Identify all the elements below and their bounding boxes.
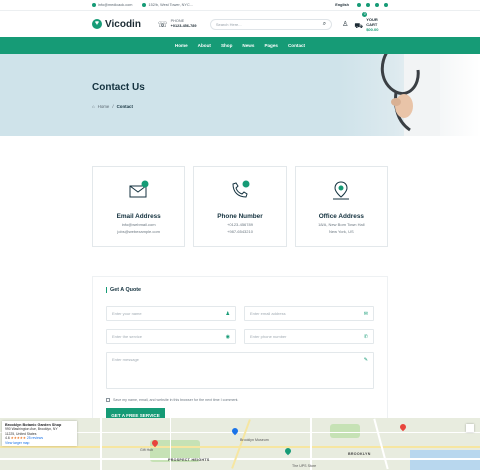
nav-home[interactable]: Home [175, 43, 188, 48]
name-field[interactable]: Enter your name ♟ [106, 306, 236, 321]
map-pin-icon[interactable] [230, 426, 240, 436]
nav-about[interactable]: About [198, 43, 211, 48]
contact-cards: Email Address info@webmail.com jobs@webe… [92, 166, 388, 247]
email-field[interactable]: Enter email address ✉ [244, 306, 374, 321]
map-place-card: Brooklyn Botanic Garden Shop 990 Washing… [2, 421, 77, 446]
envelope-icon[interactable] [384, 3, 388, 7]
top-bar-right: English [335, 3, 388, 7]
breadcrumb: ⌂ Home / Contact [92, 104, 388, 109]
envelope-icon: ✉ [363, 310, 368, 317]
consent-checkbox[interactable] [106, 398, 110, 402]
quote-title: Get A Quote [106, 287, 374, 293]
header-phone: ☏ PHONE +0123-456-789 [158, 19, 200, 29]
message-placeholder: Enter message [112, 357, 139, 362]
phone-icon: ✆ [363, 333, 368, 340]
brand-name: Vicodin [105, 18, 141, 30]
site-header: ♥ Vicodin ☏ PHONE +0123-456-789 Search H… [0, 11, 480, 37]
envelope-icon [129, 180, 149, 198]
doctor-stethoscope-image [380, 54, 440, 136]
phone-card: Phone Number +0123-456789 +987-6543210 [193, 166, 287, 247]
phone-icon [232, 180, 250, 198]
search-icon[interactable]: ⌕ [323, 21, 326, 28]
service-placeholder: Enter the service [112, 334, 143, 339]
map-stars: ★★★★★ [10, 436, 26, 441]
card-line[interactable]: jobs@webexample.com [93, 230, 184, 234]
youtube-icon[interactable] [375, 3, 379, 7]
map-zoom-control[interactable] [466, 424, 474, 432]
cart-amount: $00.00 [366, 26, 379, 32]
map-label: The UPS Store [292, 464, 317, 468]
language-selector[interactable]: English [335, 3, 349, 7]
top-email[interactable]: info@medicaok.com [92, 3, 132, 7]
card-title: Phone Number [217, 213, 263, 220]
name-placeholder: Enter your name [112, 311, 142, 316]
home-icon[interactable]: ⌂ [92, 104, 95, 109]
card-line[interactable]: +0123-456789 [194, 223, 285, 227]
phone-icon: ☏ [157, 19, 168, 29]
page-title: Contact Us [92, 82, 145, 93]
search-input[interactable]: Search Here... ⌕ [209, 18, 333, 30]
page-banner: Contact Us ⌂ Home / Contact [0, 54, 480, 136]
nav-shop[interactable]: Shop [221, 43, 232, 48]
top-email-text: info@medicaok.com [98, 3, 133, 7]
top-bar-contact: info@medicaok.com 152/b, West Tower, NYC… [92, 3, 335, 7]
top-address: 152/b, West Tower, NYC... [142, 3, 193, 7]
card-line: New York, US [328, 229, 354, 234]
card-line[interactable]: info@webmail.com [93, 223, 184, 227]
map-embed[interactable]: Brooklyn Botanic Garden Shop 990 Washing… [0, 418, 480, 470]
email-placeholder: Enter email address [250, 311, 286, 316]
eye-icon: ◉ [225, 333, 230, 340]
map-pin-icon[interactable] [283, 446, 293, 456]
location-icon [142, 3, 147, 7]
nav-pages[interactable]: Pages [264, 43, 278, 48]
user-icon[interactable]: ♙ [342, 20, 348, 28]
card-title: Office Address [318, 213, 364, 220]
cart-icon: ⛟ 0 [354, 12, 368, 30]
pencil-icon: ✎ [363, 357, 368, 363]
search-placeholder: Search Here... [215, 21, 242, 27]
top-address-text: 152/b, West Tower, NYC... [148, 3, 193, 7]
service-field[interactable]: Enter the service ◉ [106, 329, 236, 344]
map-label: Gift Hub [140, 448, 154, 452]
map-label: BROOKLYN [348, 452, 371, 456]
office-card: Office Address 18/A, New Born Town Hall … [294, 166, 388, 247]
logo[interactable]: ♥ Vicodin [92, 19, 148, 30]
top-bar: info@medicaok.com 152/b, West Tower, NYC… [0, 0, 480, 11]
card-line[interactable]: +987-6543210 [194, 230, 285, 234]
phone-placeholder: Enter phone number [250, 334, 287, 339]
user-icon: ♟ [225, 310, 230, 317]
envelope-icon [92, 3, 96, 7]
email-card: Email Address info@webmail.com jobs@webe… [92, 166, 186, 247]
location-icon [333, 181, 350, 200]
consent-label: Save my name, email, and website in this… [113, 398, 239, 402]
map-pin-icon[interactable] [398, 422, 408, 432]
phone-field[interactable]: Enter phone number ✆ [244, 329, 374, 344]
map-label: Brooklyn Museum [240, 438, 269, 442]
card-title: Email Address [116, 213, 161, 220]
facebook-icon[interactable] [357, 3, 361, 7]
phone-number[interactable]: +0123-456-789 [171, 24, 197, 28]
message-field[interactable]: Enter message ✎ [106, 352, 374, 389]
cart[interactable]: ⛟ 0 YOUR CART $00.00 [354, 12, 388, 33]
heart-icon: ♥ [92, 19, 102, 29]
map-reviews-link[interactable]: 25 reviews [27, 436, 43, 440]
map-rating: 4.6 [5, 436, 10, 441]
card-line: 18/A, New Born Town Hall [318, 222, 365, 227]
nav-contact[interactable]: Contact [288, 43, 305, 48]
map-label: PROSPECT HEIGHTS [168, 458, 210, 462]
consent-row: Save my name, email, and website in this… [106, 398, 374, 402]
quote-form: Get A Quote Enter your name ♟ Enter email… [92, 276, 388, 436]
twitter-icon[interactable] [366, 3, 370, 7]
view-larger-map-link[interactable]: View larger map [5, 441, 74, 445]
nav-news[interactable]: News [242, 43, 254, 48]
main-nav: Home About Shop News Pages Contact [0, 37, 480, 54]
breadcrumb-current: Contact [116, 104, 133, 109]
breadcrumb-home[interactable]: Home [98, 104, 110, 109]
breadcrumb-separator: / [112, 104, 114, 109]
cart-label: YOUR CART [366, 16, 378, 27]
